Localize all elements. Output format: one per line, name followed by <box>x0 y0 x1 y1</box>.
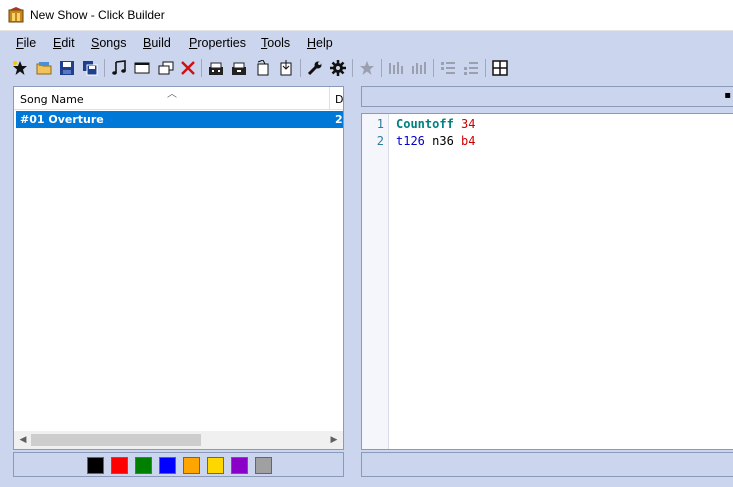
color-swatch-purple[interactable] <box>231 457 248 474</box>
menu-help-label: elp <box>316 36 333 50</box>
list-icon[interactable] <box>439 59 457 77</box>
menu-build-label: uild <box>151 36 171 50</box>
import-icon[interactable] <box>277 59 295 77</box>
more-icon[interactable]: ▪ <box>724 90 731 101</box>
favorite-icon[interactable] <box>358 59 376 77</box>
menu-file-accel: F <box>16 36 24 50</box>
color-swatch-orange[interactable] <box>183 457 200 474</box>
bars-alt-icon[interactable] <box>410 59 428 77</box>
save-icon[interactable] <box>58 59 76 77</box>
menu-tools-label: ools <box>267 36 291 50</box>
column-header-d[interactable]: D <box>335 93 343 106</box>
color-swatch-gray[interactable] <box>255 457 272 474</box>
color-swatch-blue[interactable] <box>159 457 176 474</box>
menu-properties[interactable]: Properties <box>189 36 246 50</box>
column-divider[interactable] <box>329 87 330 109</box>
toolbar-separator <box>485 59 486 77</box>
music-notes-icon[interactable] <box>110 59 128 77</box>
editor-status-bar <box>361 452 733 477</box>
save-all-icon[interactable] <box>81 59 99 77</box>
color-swatch-red[interactable] <box>111 457 128 474</box>
copy-window-icon[interactable] <box>157 59 175 77</box>
plain-token: n36 <box>424 134 462 148</box>
build-icon[interactable] <box>207 59 225 77</box>
number-token: b4 <box>461 134 476 148</box>
color-swatch-black[interactable] <box>87 457 104 474</box>
menu-properties-label: roperties <box>197 36 246 50</box>
line-number-gutter: 1 2 <box>362 114 389 449</box>
toolbar-separator <box>433 59 434 77</box>
window-title: New Show - Click Builder <box>30 8 165 22</box>
horizontal-scrollbar[interactable]: ◀ ▶ <box>14 431 343 449</box>
menu-tools[interactable]: Tools <box>261 36 290 50</box>
title-bar: New Show - Click Builder <box>0 0 733 31</box>
line-number: 1 <box>376 117 384 131</box>
menu-help[interactable]: Help <box>307 36 333 50</box>
song-name: #01 Overture <box>20 113 104 126</box>
wrench-icon[interactable] <box>306 59 324 77</box>
toolbar-separator <box>201 59 202 77</box>
column-header-song-name[interactable]: Song Name <box>20 93 84 106</box>
list-alt-icon[interactable] <box>462 59 480 77</box>
menu-build[interactable]: Build <box>143 36 171 50</box>
bars-icon[interactable] <box>387 59 405 77</box>
editor-header-bar: ▪ <box>361 86 733 107</box>
menu-songs[interactable]: Songs <box>91 36 126 50</box>
toolbar-separator <box>300 59 301 77</box>
list-header: ︿ Song Name D <box>14 87 343 110</box>
menu-bar: File Edit Songs Build Properties Tools H… <box>0 32 733 54</box>
code-line[interactable]: t126 n36 b4 <box>396 134 475 148</box>
window-icon[interactable] <box>133 59 151 77</box>
color-swatch-yellow[interactable] <box>207 457 224 474</box>
gear-icon[interactable] <box>329 59 347 77</box>
menu-edit-label: dit <box>61 36 75 50</box>
toolbar <box>0 55 733 81</box>
open-folder-icon[interactable] <box>35 59 53 77</box>
toolbar-separator <box>104 59 105 77</box>
sort-ascending-icon: ︿ <box>167 89 177 100</box>
line-number: 2 <box>376 134 384 148</box>
panel-splitter[interactable] <box>348 86 358 476</box>
menu-songs-label: ongs <box>99 36 127 50</box>
code-line[interactable]: Countoff 34 <box>396 117 475 131</box>
scroll-left-icon[interactable]: ◀ <box>16 433 30 447</box>
code-editor[interactable]: 1 2 Countoff 34 t126 n36 b4 <box>361 113 733 450</box>
new-star-icon[interactable] <box>11 59 29 77</box>
song-list[interactable]: ︿ Song Name D #01 Overture 2 ◀ ▶ <box>13 86 344 450</box>
color-palette-bar <box>13 452 344 477</box>
color-swatch-green[interactable] <box>135 457 152 474</box>
export-icon[interactable] <box>254 59 272 77</box>
scroll-right-icon[interactable]: ▶ <box>327 433 341 447</box>
menu-edit[interactable]: Edit <box>53 36 75 50</box>
menu-file-label: ile <box>23 36 37 50</box>
grid-icon[interactable] <box>491 59 509 77</box>
toolbar-separator <box>381 59 382 77</box>
toolbar-separator <box>352 59 353 77</box>
build-all-icon[interactable] <box>230 59 248 77</box>
keyword-token: Countoff <box>396 117 454 131</box>
list-item[interactable]: #01 Overture 2 <box>16 111 343 128</box>
scroll-thumb[interactable] <box>31 434 201 446</box>
tempo-token: t126 <box>396 134 425 148</box>
app-icon <box>8 7 24 23</box>
menu-file[interactable]: File <box>16 36 36 50</box>
number-token: 34 <box>461 117 476 131</box>
song-d-value: 2 <box>335 113 343 126</box>
delete-x-icon[interactable] <box>179 59 197 77</box>
menu-help-accel: H <box>307 36 317 50</box>
